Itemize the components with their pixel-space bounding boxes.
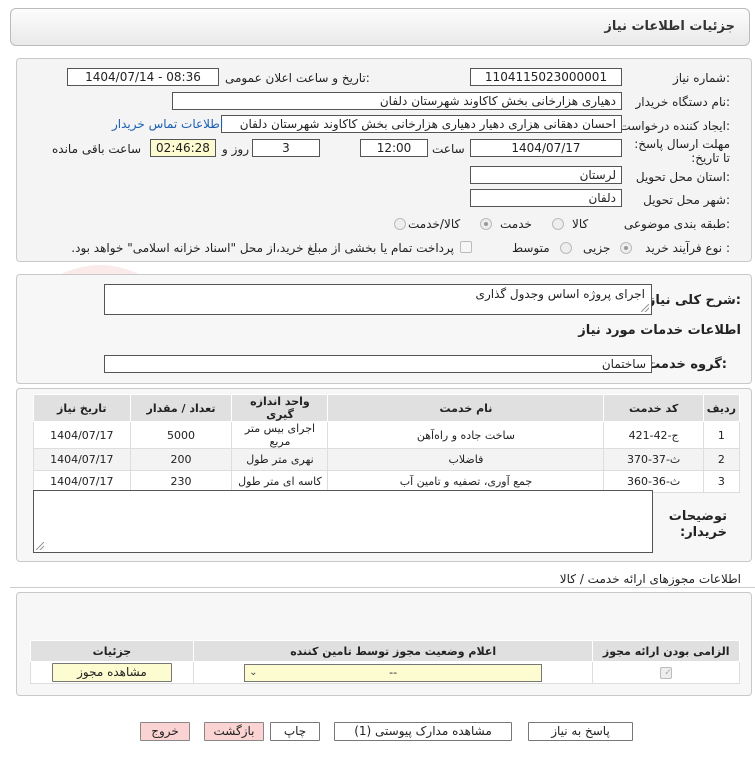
cell-row: 2	[702, 448, 741, 471]
description-label: شرح کلی نیاز:	[647, 293, 741, 308]
process-label: نوع فرآیند خرید :	[645, 241, 730, 255]
resize-grip-icon[interactable]	[36, 542, 44, 550]
col-quantity: تعداد / مقدار	[129, 394, 233, 422]
category-radio-goods[interactable]	[552, 218, 564, 230]
remaining-label: ساعت باقی مانده	[52, 142, 142, 156]
service-group-field: ساختمان	[104, 355, 652, 373]
permit-required-checkbox: ✓	[660, 667, 673, 679]
permits-table-header: الزامی بودن ارائه مجوز اعلام وضعیت مجوز …	[30, 640, 740, 662]
category-label: طبقه بندی موضوعی:	[623, 217, 730, 231]
col-permit-status: اعلام وضعیت مجوز توسط تامین کننده	[192, 640, 594, 662]
attachments-button[interactable]: مشاهده مدارک پیوستی (1)	[334, 722, 512, 741]
permits-table: الزامی بودن ارائه مجوز اعلام وضعیت مجوز …	[30, 640, 740, 684]
cell-row: 3	[702, 470, 741, 493]
table-row: 1 ج-42-421 ساخت جاده و راه‌آهن اجرای بیس…	[33, 421, 741, 449]
exit-button[interactable]: خروج	[140, 722, 190, 741]
category-option-both: کالا/خدمت	[408, 217, 461, 231]
process-radio-minor[interactable]	[620, 242, 632, 254]
province-field: لرستان	[470, 166, 622, 184]
permit-details-cell: مشاهده مجوز	[30, 661, 194, 684]
permit-status-select[interactable]: -- ⌄	[244, 663, 543, 682]
buyer-org-label: نام دستگاه خریدار:	[635, 95, 731, 109]
description-textarea[interactable]: اجرای پروژه اساس وجدول گذاری	[104, 284, 652, 315]
col-row: ردیف	[702, 394, 741, 422]
category-radio-both[interactable]	[394, 218, 406, 230]
announce-label: تاریخ و ساعت اعلان عمومی:	[225, 71, 370, 85]
category-option-goods: کالا	[572, 217, 589, 231]
back-button[interactable]: بازگشت	[204, 722, 264, 741]
treasury-payment-checkbox[interactable]	[460, 241, 472, 253]
cell-name: فاضلاب	[327, 448, 605, 471]
category-option-service: خدمت	[500, 217, 532, 231]
permit-status-value: --	[389, 665, 398, 679]
cell-date: 1404/07/17	[33, 448, 131, 471]
table-row: 2 ث-37-370 فاضلاب نهری متر طول 200 1404/…	[33, 448, 741, 471]
resize-grip-icon[interactable]	[641, 304, 649, 312]
col-name: نام خدمت	[327, 394, 605, 422]
creator-label: ایجاد کننده درخواست:	[619, 119, 730, 133]
deadline-date-field: 1404/07/17	[470, 139, 622, 157]
city-field: دلفان	[470, 189, 622, 207]
buyer-notes-label: توضیحات خریدار:	[668, 509, 727, 540]
category-radio-service[interactable]	[480, 218, 492, 230]
cell-name: ساخت جاده و راه‌آهن	[327, 421, 605, 449]
deadline-time-field: 12:00	[360, 139, 428, 157]
cell-quantity: 5000	[129, 421, 233, 449]
treasury-payment-note: پرداخت تمام یا بخشی از مبلغ خرید،از محل …	[71, 241, 454, 255]
col-permit-details: جزئیات	[30, 640, 194, 662]
page-header: جزئیات اطلاعات نیاز	[10, 8, 750, 46]
col-permit-required: الزامی بودن ارائه مجوز	[592, 640, 740, 662]
cell-unit: نهری متر طول	[231, 448, 329, 471]
cell-row: 1	[702, 421, 741, 449]
permit-required-cell: ✓	[592, 661, 740, 684]
process-radio-medium[interactable]	[560, 242, 572, 254]
page-title: جزئیات اطلاعات نیاز	[604, 19, 735, 34]
cell-quantity: 200	[129, 448, 233, 471]
need-number-field: 1104115023000001	[470, 68, 622, 86]
chevron-down-icon: ⌄	[249, 666, 258, 678]
announce-field: 1404/07/14 - 08:36	[67, 68, 219, 86]
days-label: روز و	[222, 142, 249, 156]
cell-code: ث-37-370	[603, 448, 704, 471]
process-option-medium: متوسط	[512, 241, 550, 255]
services-table: ردیف کد خدمت نام خدمت واحد اندازه گیری ت…	[33, 394, 741, 493]
process-option-minor: جزیی	[583, 241, 611, 255]
province-label: استان محل تحویل:	[635, 170, 730, 184]
table-row: ✓ -- ⌄ مشاهده مجوز	[30, 661, 740, 684]
col-date: تاریخ نیاز	[33, 394, 131, 422]
reply-button[interactable]: پاسخ به نیاز	[528, 722, 633, 741]
cell-unit: اجرای بیس متر مربع	[231, 421, 329, 449]
buyer-contact-link[interactable]: اطلاعات تماس خریدار	[112, 117, 223, 131]
days-field: 3	[252, 139, 320, 157]
description-text: اجرای پروژه اساس وجدول گذاری	[475, 287, 645, 301]
service-group-label: گروه خدمت:	[647, 357, 727, 372]
deadline-label: مهلت ارسال پاسخ: تا تاریخ:	[634, 137, 730, 165]
cell-code: ج-42-421	[603, 421, 704, 449]
services-title: اطلاعات خدمات مورد نیاز	[578, 323, 741, 338]
col-code: کد خدمت	[603, 394, 704, 422]
check-icon: ✓	[664, 668, 672, 678]
cell-date: 1404/07/17	[33, 421, 131, 449]
permits-title: اطلاعات مجوزهای ارائه خدمت / کالا	[559, 572, 741, 586]
city-label: شهر محل تحویل:	[643, 193, 730, 207]
buyer-notes-textarea[interactable]	[33, 490, 653, 553]
creator-field: احسان دهقانی هزاری دهیار دهیاری هزارخانی…	[221, 115, 622, 133]
col-unit: واحد اندازه گیری	[231, 394, 329, 422]
permit-status-cell: -- ⌄	[192, 661, 594, 684]
buyer-org-field: دهیاری هزارخانی بخش کاکاوند شهرستان دلفا…	[172, 92, 622, 110]
time-label: ساعت	[432, 142, 465, 156]
need-number-label: شماره نیاز:	[672, 71, 730, 85]
print-button[interactable]: چاپ	[270, 722, 320, 741]
view-permit-button[interactable]: مشاهده مجوز	[51, 663, 172, 682]
remaining-time-field: 02:46:28	[150, 139, 216, 157]
permits-divider	[10, 587, 755, 588]
services-table-header: ردیف کد خدمت نام خدمت واحد اندازه گیری ت…	[33, 394, 741, 422]
